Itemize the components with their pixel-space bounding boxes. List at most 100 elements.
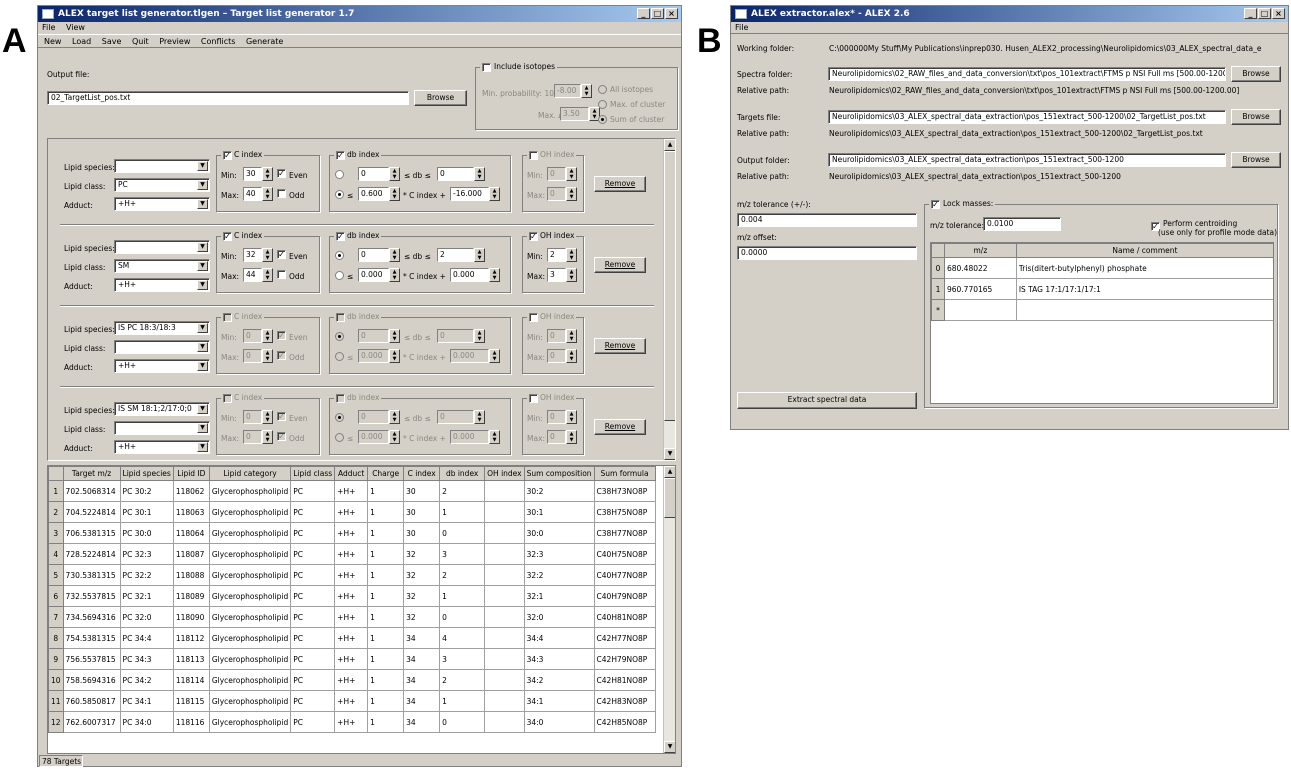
table-cell[interactable]: 30	[403, 501, 441, 523]
table-cell[interactable]: +H+	[334, 606, 369, 628]
table-cell[interactable]: 1	[367, 564, 405, 586]
remove-button[interactable]: Remove	[594, 419, 646, 435]
column-header[interactable]: Sum composition	[523, 466, 595, 481]
table-cell[interactable]: 1	[367, 585, 405, 607]
spinner-arrows-icon[interactable]: ▲ ▼	[262, 329, 273, 343]
table-cell[interactable]: Glycerophospholipid	[208, 480, 292, 502]
table-cell[interactable]	[484, 606, 525, 628]
maximize-icon[interactable]: □	[651, 8, 664, 19]
chevron-down-icon[interactable]: ▼	[197, 180, 208, 190]
lock-column-header[interactable]: Name / comment	[1015, 243, 1273, 258]
menu-file[interactable]: File	[42, 23, 55, 32]
max-dm-spinner[interactable]: 3.50 ▲ ▼	[560, 107, 600, 121]
db-min-spinner[interactable]: 0 ▲ ▼	[358, 410, 400, 424]
table-cell[interactable]	[484, 480, 525, 502]
table-cell[interactable]: 34:2	[523, 669, 595, 691]
table-cell[interactable]: 1	[439, 690, 486, 712]
table-cell[interactable]: 3	[439, 648, 486, 670]
row-header[interactable]: 6	[48, 585, 64, 607]
adduct-select[interactable]: +H+ ▼	[114, 359, 210, 373]
lipid-species-select[interactable]: ▼	[114, 159, 210, 173]
table-cell[interactable]: 32:2	[523, 564, 595, 586]
table-cell[interactable]: 30:0	[523, 522, 595, 544]
toolbar-generate[interactable]: Generate	[246, 37, 283, 46]
table-cell[interactable]: C42H79NO8P	[593, 648, 656, 670]
maximize-icon[interactable]: □	[1258, 8, 1271, 19]
table-row[interactable]: 1 702.5068314 PC 30:2 118062 Glycerophosphol…	[48, 480, 656, 502]
row-header[interactable]: 3	[48, 522, 64, 544]
minimize-icon[interactable]: _	[637, 8, 650, 19]
spinner-arrows-icon[interactable]: ▲ ▼	[489, 187, 500, 201]
table-cell[interactable]	[484, 522, 525, 544]
db-range-radio[interactable]	[335, 170, 344, 179]
lock-row[interactable]: 0 680.48022 Tris(ditert-butylphenyl) phosp…	[931, 257, 1273, 279]
table-cell[interactable]: +H+	[334, 669, 369, 691]
table-cell[interactable]	[484, 543, 525, 565]
close-icon[interactable]: ×	[665, 8, 678, 19]
odd-checkbox[interactable]	[277, 189, 286, 198]
table-cell[interactable]: C38H77NO8P	[593, 522, 656, 544]
table-cell[interactable]: 3	[439, 543, 486, 565]
table-cell[interactable]: PC	[290, 669, 336, 691]
table-cell[interactable]: 704.5224814	[62, 501, 121, 523]
scroll-thumb[interactable]	[664, 478, 675, 518]
table-cell[interactable]	[484, 711, 525, 733]
table-cell[interactable]: 1	[367, 669, 405, 691]
spinner-arrows-icon[interactable]: ▲ ▼	[389, 329, 400, 343]
spinner-arrows-icon[interactable]: ▲ ▼	[566, 430, 577, 444]
table-row[interactable]: 3 706.5381315 PC 30:0 118064 Glycerophosphol…	[48, 522, 656, 544]
table-cell[interactable]: 32	[403, 585, 441, 607]
db-factor-spinner[interactable]: 0.000 ▲ ▼	[358, 349, 400, 363]
table-cell[interactable]: 1	[367, 627, 405, 649]
lock-cell[interactable]: 960.770165	[943, 278, 1017, 300]
db-max-spinner[interactable]: 0 ▲ ▼	[437, 410, 485, 424]
table-row[interactable]: 12 762.6007317 PC 34:0 118116 Glycerophospho…	[48, 711, 656, 733]
table-cell[interactable]: PC 34:0	[119, 711, 174, 733]
menu-view[interactable]: View	[66, 23, 85, 32]
column-header[interactable]: Sum formula	[593, 466, 656, 481]
table-cell[interactable]: 118090	[172, 606, 210, 628]
spectra-folder-input[interactable]: Neurolipidomics\02_RAW_files_and_data_co…	[828, 67, 1226, 81]
spinner-arrows-icon[interactable]: ▲ ▼	[262, 268, 273, 282]
db-offset-spinner[interactable]: 0.000 ▲ ▼	[450, 268, 500, 282]
db-range-radio[interactable]	[335, 413, 344, 422]
oh-max-spinner[interactable]: 0 ▲ ▼	[547, 349, 577, 363]
table-cell[interactable]: 118087	[172, 543, 210, 565]
column-header[interactable]: Lipid ID	[172, 466, 210, 481]
db-index-checkbox[interactable]	[336, 393, 345, 403]
db-formula-radio[interactable]	[335, 433, 344, 442]
table-cell[interactable]: PC 34:1	[119, 690, 174, 712]
table-cell[interactable]: +H+	[334, 711, 369, 733]
spinner-arrows-icon[interactable]: ▲ ▼	[489, 349, 500, 363]
table-cell[interactable]: C40H81NO8P	[593, 606, 656, 628]
spinner-arrows-icon[interactable]: ▲ ▼	[566, 329, 577, 343]
table-cell[interactable]: 762.6007317	[62, 711, 121, 733]
scroll-thumb[interactable]	[664, 151, 675, 421]
table-cell[interactable]: +H+	[334, 501, 369, 523]
c-min-spinner[interactable]: 32 ▲ ▼	[243, 248, 273, 262]
table-row[interactable]: 4 728.5224814 PC 32:3 118087 Glycerophosphol…	[48, 543, 656, 565]
close-icon[interactable]: ×	[1272, 8, 1285, 19]
table-cell[interactable]: +H+	[334, 627, 369, 649]
chevron-down-icon[interactable]: ▼	[197, 242, 208, 252]
table-cell[interactable]: 2	[439, 564, 486, 586]
row-header[interactable]: 4	[48, 543, 64, 565]
oh-max-spinner[interactable]: 0 ▲ ▼	[547, 430, 577, 444]
table-cell[interactable]: 728.5224814	[62, 543, 121, 565]
table-cell[interactable]: C42H83NO8P	[593, 690, 656, 712]
table-cell[interactable]: 1	[367, 690, 405, 712]
lock-cell[interactable]	[1015, 299, 1273, 321]
table-cell[interactable]: Glycerophospholipid	[208, 690, 292, 712]
c-index-checkbox[interactable]: ✓	[223, 231, 232, 241]
table-cell[interactable]: 118113	[172, 648, 210, 670]
c-index-checkbox[interactable]: ✓	[223, 150, 232, 160]
oh-index-checkbox[interactable]	[529, 312, 538, 322]
toolbar-save[interactable]: Save	[102, 37, 122, 46]
c-max-spinner[interactable]: 40 ▲ ▼	[243, 187, 273, 201]
table-cell[interactable]: 754.5381315	[62, 627, 121, 649]
targets-file-input[interactable]: Neurolipidomics\03_ALEX_spectral_data_ex…	[828, 110, 1226, 124]
table-cell[interactable]: C40H75NO8P	[593, 543, 656, 565]
db-min-spinner[interactable]: 0 ▲ ▼	[358, 329, 400, 343]
table-cell[interactable]: 118112	[172, 627, 210, 649]
table-cell[interactable]: +H+	[334, 564, 369, 586]
